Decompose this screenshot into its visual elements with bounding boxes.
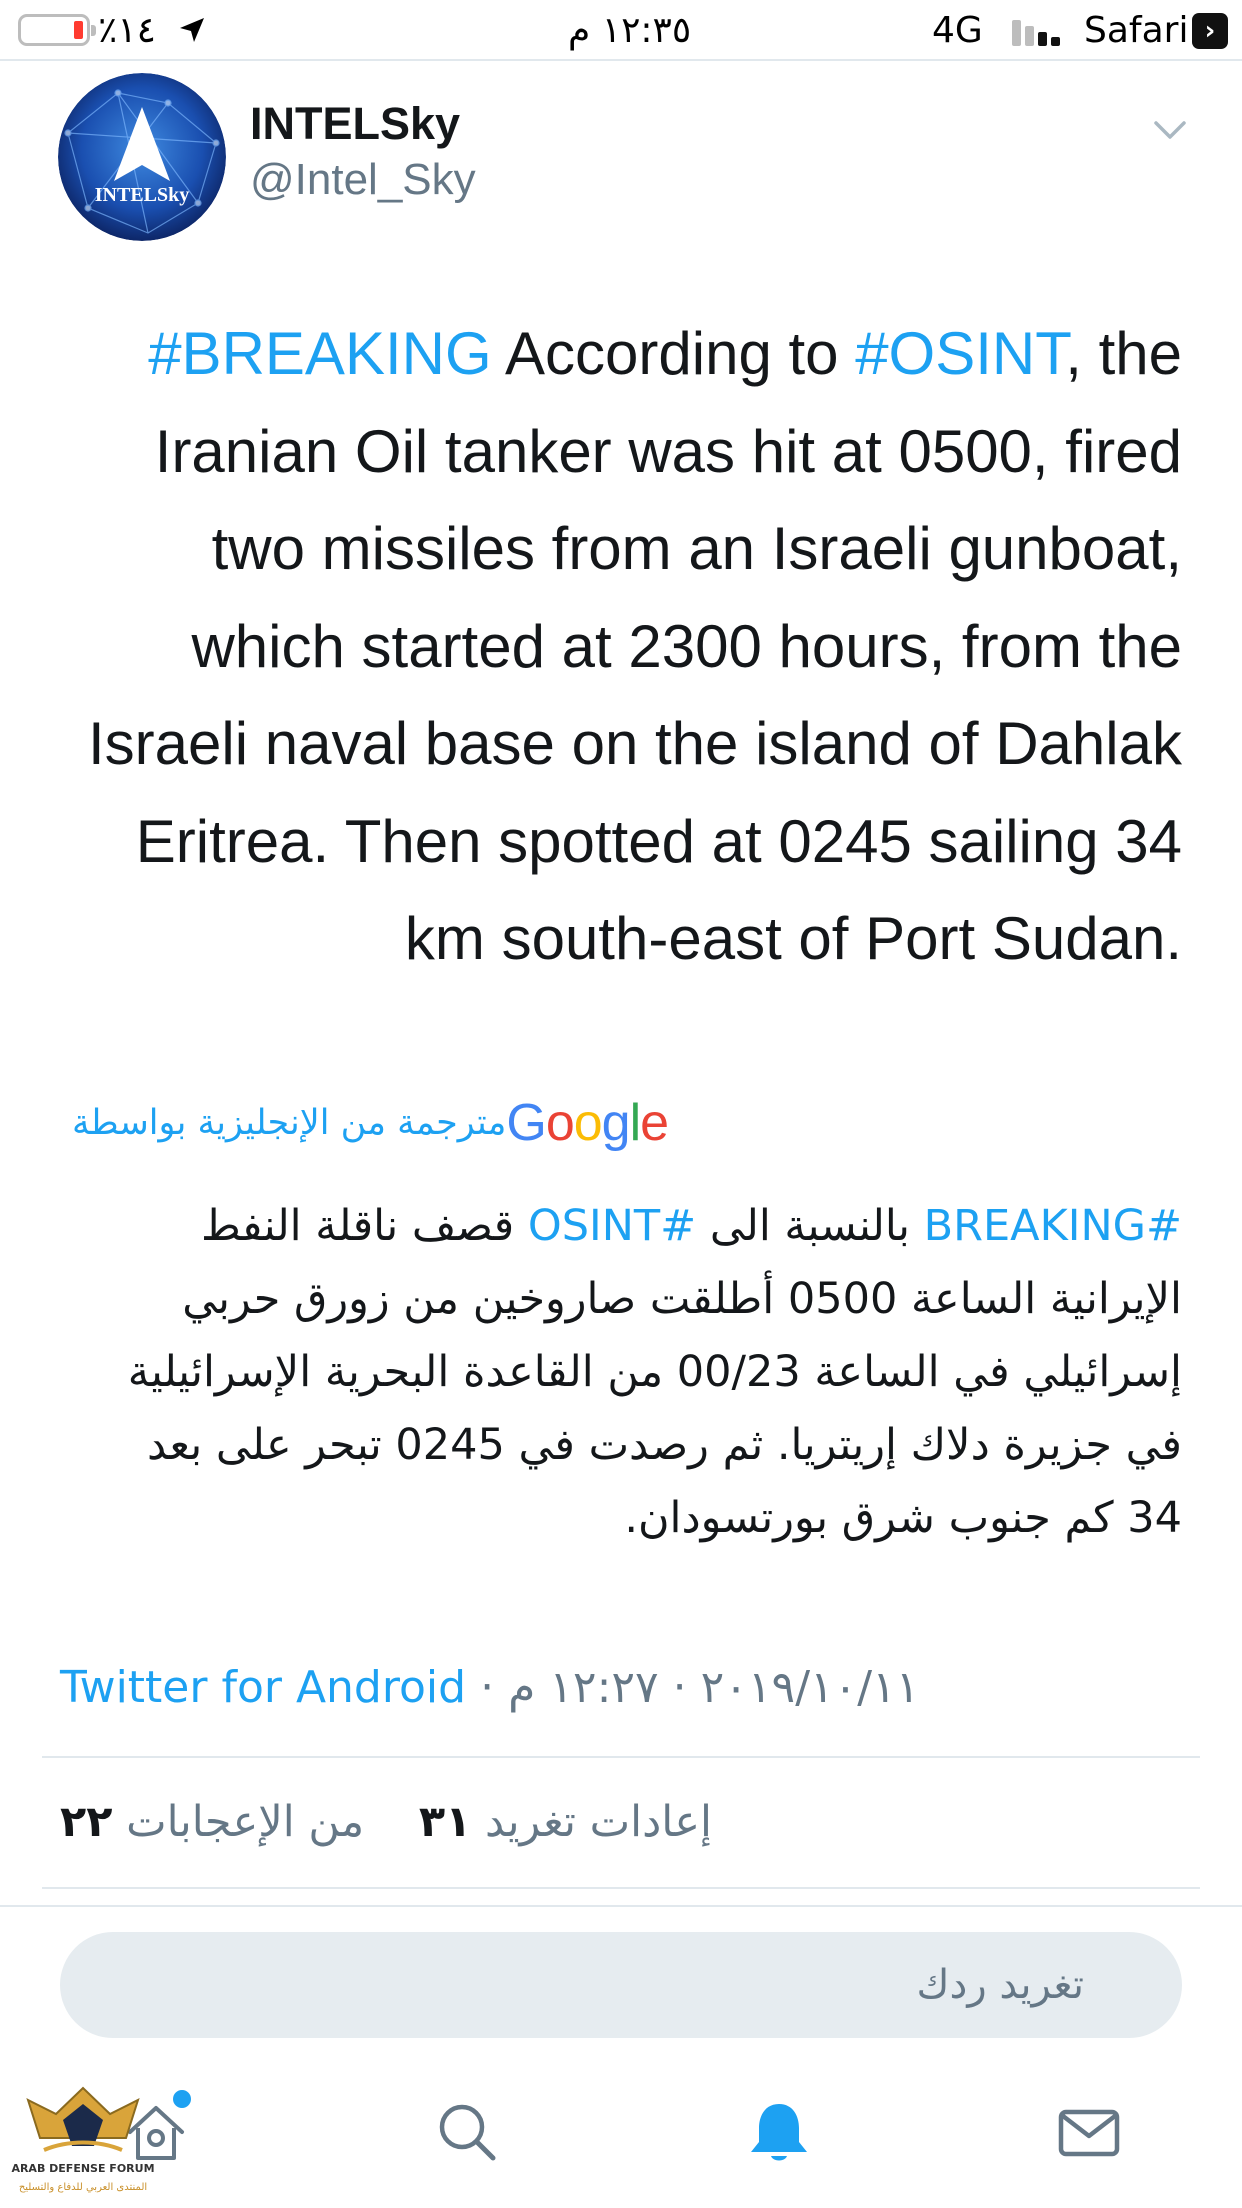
- messages-icon: [1058, 2109, 1120, 2157]
- watermark-text-arabic: المنتدى العربي للدفاع والتسليح: [19, 2182, 147, 2193]
- user-handle[interactable]: @Intel_Sky: [250, 155, 476, 205]
- back-to-app-label[interactable]: Safari: [1084, 8, 1188, 54]
- battery-percentage: ٪١٤: [98, 10, 157, 51]
- likes-count: ٢٢: [60, 1797, 113, 1847]
- status-time: ١٢:٣٥ م: [568, 10, 692, 51]
- battery-icon: [18, 14, 96, 46]
- tweet-stats: إعادات تغريد ٣١ من الإعجابات ٢٢: [60, 1794, 712, 1850]
- status-bar: ٪١٤ ١٢:٣٥ م 4G Safari ›: [0, 0, 1242, 62]
- translated-text: #BREAKING بالنسبة الى #OSINT قصف ناقلة ا…: [80, 1190, 1182, 1555]
- tab-notifications[interactable]: [745, 2098, 813, 2166]
- network-type: 4G: [932, 10, 983, 51]
- status-divider: [0, 59, 1242, 61]
- watermark-text: ARAB DEFENSE FORUM: [11, 2162, 154, 2175]
- notifications-icon: [751, 2104, 807, 2161]
- meta-separator: ·: [672, 1662, 687, 1713]
- new-content-dot: [170, 2087, 194, 2111]
- chevron-down-icon[interactable]: [1150, 115, 1190, 145]
- translation-label: مترجمة من الإنجليزية بواسطة: [72, 1103, 507, 1143]
- meta-separator: ·: [480, 1662, 495, 1713]
- retweets-label: إعادات تغريد: [485, 1797, 712, 1847]
- signal-strength-icon: [1012, 16, 1064, 46]
- hashtag-osint[interactable]: #OSINT: [855, 320, 1065, 387]
- retweets-stat[interactable]: إعادات تغريد ٣١: [419, 1797, 712, 1847]
- hashtag-breaking[interactable]: #BREAKING: [924, 1201, 1182, 1251]
- tweet-text-part: According to: [491, 320, 856, 387]
- retweets-count: ٣١: [418, 1797, 472, 1847]
- translated-text-part: قصف ناقلة النفط الإيرانية الساعة 0500 أط…: [127, 1201, 1182, 1543]
- display-name[interactable]: INTELSky: [250, 98, 460, 150]
- tab-search[interactable]: [433, 2098, 501, 2166]
- location-arrow-icon: [180, 18, 204, 42]
- reply-divider: [0, 1905, 1242, 1907]
- avatar-logo-text: INTELSky: [95, 184, 190, 206]
- tweet-text: #BREAKING According to #OSINT, the Irani…: [60, 305, 1182, 988]
- hashtag-osint[interactable]: #OSINT: [528, 1201, 696, 1251]
- meta-divider: [42, 1756, 1200, 1758]
- likes-label: من الإعجابات: [126, 1797, 365, 1847]
- translated-text-part: بالنسبة الى: [696, 1201, 924, 1251]
- forum-watermark-logo: ARAB DEFENSE FORUM المنتدى العربي للدفاع…: [8, 2080, 158, 2204]
- search-icon: [439, 2104, 496, 2161]
- back-to-app-icon[interactable]: ›: [1192, 13, 1228, 49]
- google-logo: Google: [506, 1094, 669, 1152]
- reply-input[interactable]: تغريد ردك: [60, 1932, 1182, 2038]
- tweet-meta: Twitter for Android · ٢٠١٩/١٠/١١ · ١٢:٢٧…: [60, 1660, 919, 1716]
- tweet-date: ٢٠١٩/١٠/١١: [700, 1662, 920, 1713]
- avatar[interactable]: INTELSky: [58, 73, 226, 241]
- tweet-time: ١٢:٢٧ م: [508, 1662, 659, 1713]
- likes-stat[interactable]: من الإعجابات ٢٢: [60, 1797, 364, 1847]
- hashtag-breaking[interactable]: #BREAKING: [148, 320, 491, 387]
- stats-divider: [42, 1887, 1200, 1889]
- tweet-text-part: , the Iranian Oil tanker was hit at 0500…: [87, 320, 1182, 972]
- tweet-source[interactable]: Twitter for Android: [60, 1662, 466, 1713]
- tab-messages[interactable]: [1055, 2098, 1123, 2166]
- translated-by[interactable]: مترجمة من الإنجليزية بواسطة Google: [72, 1090, 669, 1156]
